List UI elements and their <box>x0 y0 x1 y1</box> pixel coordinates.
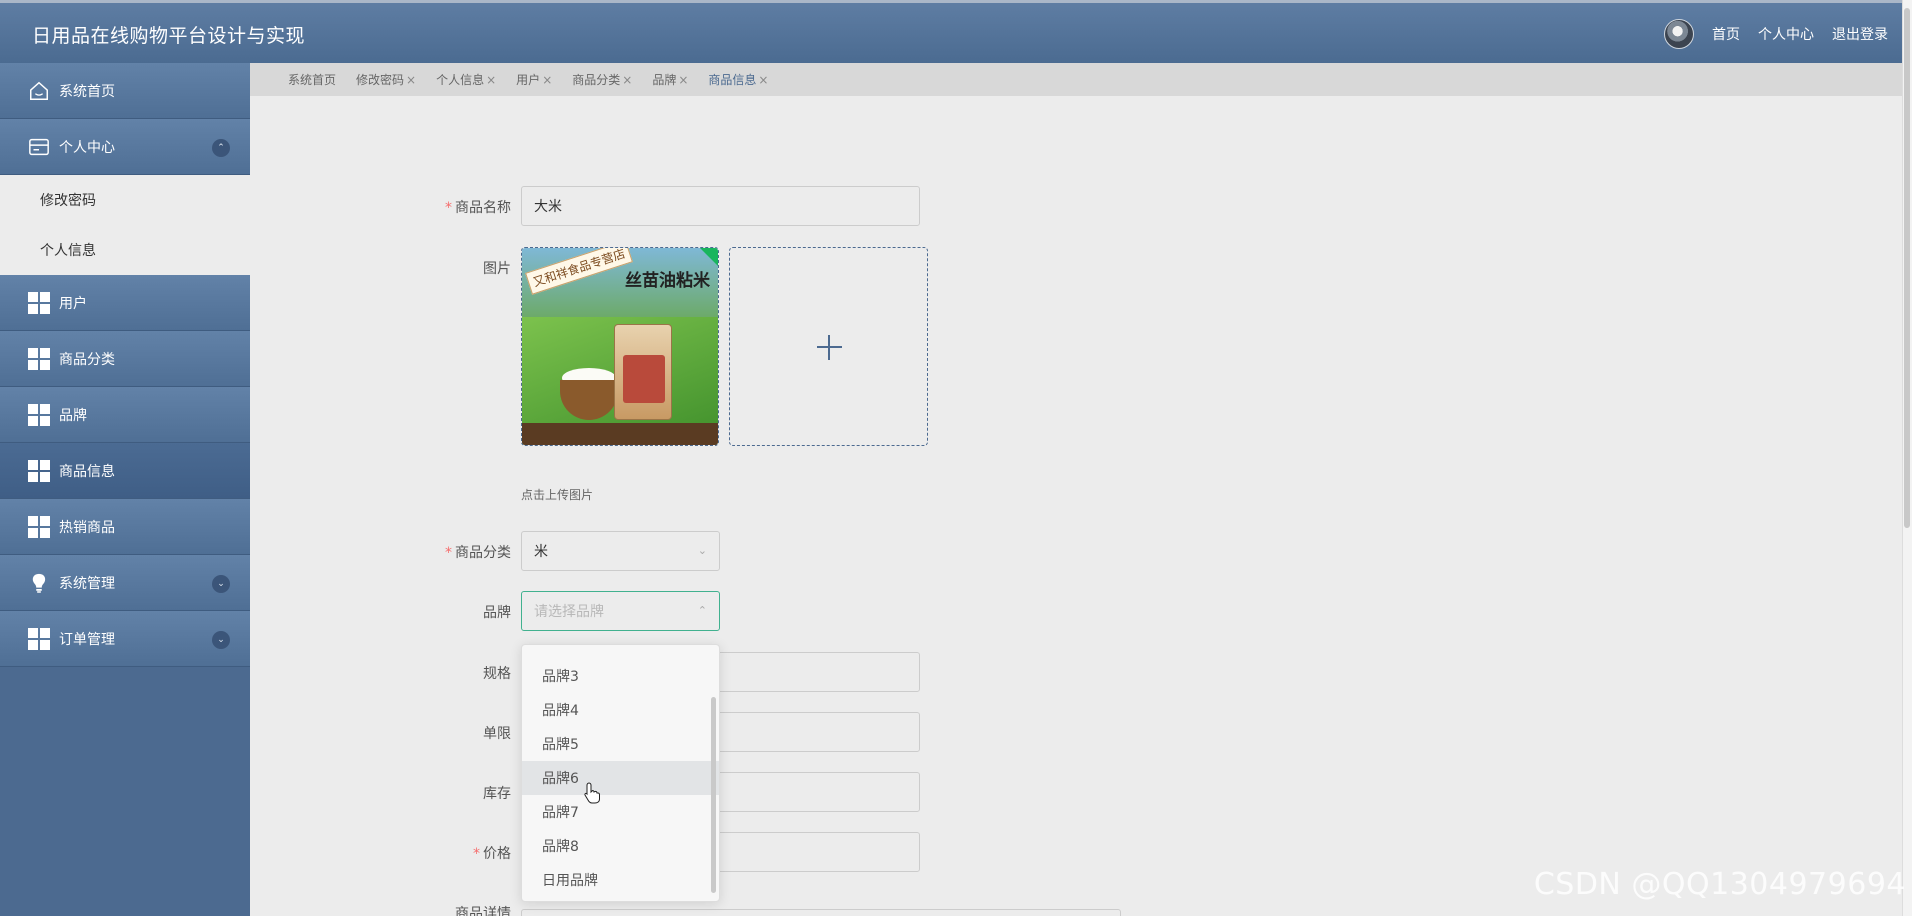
upload-hint-text: 点击上传图片 <box>521 488 594 502</box>
grid-icon <box>28 515 50 538</box>
tab-personal-info[interactable]: 个人信息 × <box>436 71 496 88</box>
close-icon[interactable]: × <box>758 73 768 87</box>
tab-users[interactable]: 用户 × <box>516 71 552 88</box>
header-logout-link[interactable]: 退出登录 <box>1832 24 1888 44</box>
image-label: 图片 <box>483 261 511 277</box>
top-header: 日用品在线购物平台设计与实现 首页 个人中心 退出登录 <box>0 0 1912 63</box>
sidebar-item-label: 订单管理 <box>59 631 115 648</box>
price-label: * 价格 <box>473 846 511 862</box>
sidebar-item-label: 系统管理 <box>59 575 115 592</box>
tabs-bar: 系统首页 修改密码 × 个人信息 × 用户 × 商品分类 × 品牌 × 商品信息 × <box>250 63 1902 96</box>
sidebar-item-brands[interactable]: 品牌 <box>0 387 250 443</box>
detail-label: 商品详情 <box>455 906 511 916</box>
tab-label: 系统首页 <box>288 73 337 87</box>
header-personal-center-link[interactable]: 个人中心 <box>1758 24 1814 44</box>
tab-categories[interactable]: 商品分类 × <box>572 71 632 88</box>
header-home-link[interactable]: 首页 <box>1712 24 1740 44</box>
card-icon <box>28 136 50 158</box>
sidebar-item-products[interactable]: 商品信息 <box>0 443 250 499</box>
chevron-down-icon: ⌄ <box>697 544 707 557</box>
sidebar-item-label: 商品分类 <box>59 351 115 368</box>
close-icon[interactable]: × <box>678 73 688 87</box>
home-icon <box>28 80 50 102</box>
page-scrollbar[interactable] <box>1902 0 1912 916</box>
grid-icon <box>28 291 50 314</box>
chevron-up-icon: ⌃ <box>697 604 707 617</box>
sidebar-item-personal-center[interactable]: 个人中心 ⌃ <box>0 119 250 175</box>
image-title-text: 丝苗油粘米 <box>625 271 710 291</box>
tab-label: 修改密码 <box>356 73 405 87</box>
sidebar-item-users[interactable]: 用户 <box>0 275 250 331</box>
sidebar-item-label: 系统首页 <box>59 83 115 100</box>
tab-products[interactable]: 商品信息 × <box>708 71 768 88</box>
dropdown-scrollbar[interactable] <box>711 697 716 893</box>
brand-option[interactable]: 品牌8 <box>522 829 719 863</box>
product-name-label: * 商品名称 <box>445 200 511 216</box>
sidebar-item-label: 用户 <box>59 295 87 312</box>
chevron-up-icon[interactable]: ⌃ <box>212 139 230 157</box>
detail-editor[interactable] <box>521 909 1121 916</box>
image-upload-button[interactable] <box>729 247 928 446</box>
brand-option[interactable]: 品牌3 <box>522 659 719 693</box>
tab-brands[interactable]: 品牌 × <box>652 71 688 88</box>
tab-label: 商品分类 <box>572 73 621 87</box>
page-scrollbar-thumb[interactable] <box>1904 8 1910 528</box>
category-select[interactable]: 米 ⌄ <box>521 531 720 571</box>
close-icon[interactable]: × <box>406 73 416 87</box>
brand-option[interactable]: 品牌4 <box>522 693 719 727</box>
sidebar-subitem-change-password[interactable]: 修改密码 <box>0 175 250 225</box>
sidebar-item-orders[interactable]: 订单管理 ⌄ <box>0 611 250 667</box>
grid-icon <box>28 627 50 650</box>
sidebar-item-home[interactable]: 系统首页 <box>0 63 250 119</box>
close-icon[interactable]: × <box>542 73 552 87</box>
sidebar-item-label: 热销商品 <box>59 519 115 536</box>
brand-option[interactable]: 日用品牌 <box>522 863 719 897</box>
app-title: 日用品在线购物平台设计与实现 <box>32 25 306 47</box>
user-avatar[interactable] <box>1664 19 1694 49</box>
header-links: 首页 个人中心 退出登录 <box>1664 19 1888 49</box>
tab-label: 商品信息 <box>708 73 757 87</box>
tab-label: 用户 <box>516 73 541 87</box>
brand-label: 品牌 <box>483 605 511 621</box>
sidebar-item-label: 品牌 <box>59 407 87 424</box>
grid-icon <box>28 403 50 426</box>
sidebar-item-categories[interactable]: 商品分类 <box>0 331 250 387</box>
chevron-down-icon[interactable]: ⌄ <box>212 631 230 649</box>
sidebar-item-label: 个人中心 <box>59 139 115 156</box>
watermark: CSDN @QQ1304979694 <box>1533 867 1906 902</box>
grid-icon <box>28 347 50 370</box>
spec-label: 规格 <box>483 666 511 682</box>
sidebar-item-system[interactable]: 系统管理 ⌄ <box>0 555 250 611</box>
brand-option[interactable]: 品牌5 <box>522 727 719 761</box>
close-icon[interactable]: × <box>486 73 496 87</box>
brand-option[interactable]: 品牌7 <box>522 795 719 829</box>
brand-select[interactable]: 请选择品牌 ⌃ <box>521 591 720 631</box>
tab-label: 品牌 <box>652 73 677 87</box>
tab-change-password[interactable]: 修改密码 × <box>356 71 416 88</box>
sidebar-item-label: 商品信息 <box>59 463 115 480</box>
sidebar-subitem-personal-info[interactable]: 个人信息 <box>0 225 250 275</box>
sidebar-item-hot-products[interactable]: 热销商品 <box>0 499 250 555</box>
product-name-input[interactable]: 大米 <box>521 186 920 226</box>
stock-label: 库存 <box>483 786 511 802</box>
grid-icon <box>28 459 50 482</box>
brand-option-hovered[interactable]: 品牌6 <box>522 761 719 795</box>
product-image-thumbnail[interactable]: 又和祥食品专营店 丝苗油粘米 <box>521 247 719 446</box>
hand-cursor-icon <box>584 782 600 804</box>
brand-dropdown: 品牌3 品牌4 品牌5 品牌6 品牌7 品牌8 日用品牌 <box>521 644 720 902</box>
close-icon[interactable]: × <box>622 73 632 87</box>
sidebar: 系统首页 个人中心 ⌃ 修改密码 个人信息 用户 商品分类 品牌 商品信息 热销… <box>0 63 250 916</box>
upload-success-badge <box>700 248 718 266</box>
lightbulb-icon <box>28 572 50 594</box>
category-label: * 商品分类 <box>445 545 511 561</box>
tab-label: 个人信息 <box>436 73 485 87</box>
limit-label: 单限 <box>483 726 511 742</box>
tab-home[interactable]: 系统首页 <box>288 71 336 88</box>
chevron-down-icon[interactable]: ⌄ <box>212 575 230 593</box>
